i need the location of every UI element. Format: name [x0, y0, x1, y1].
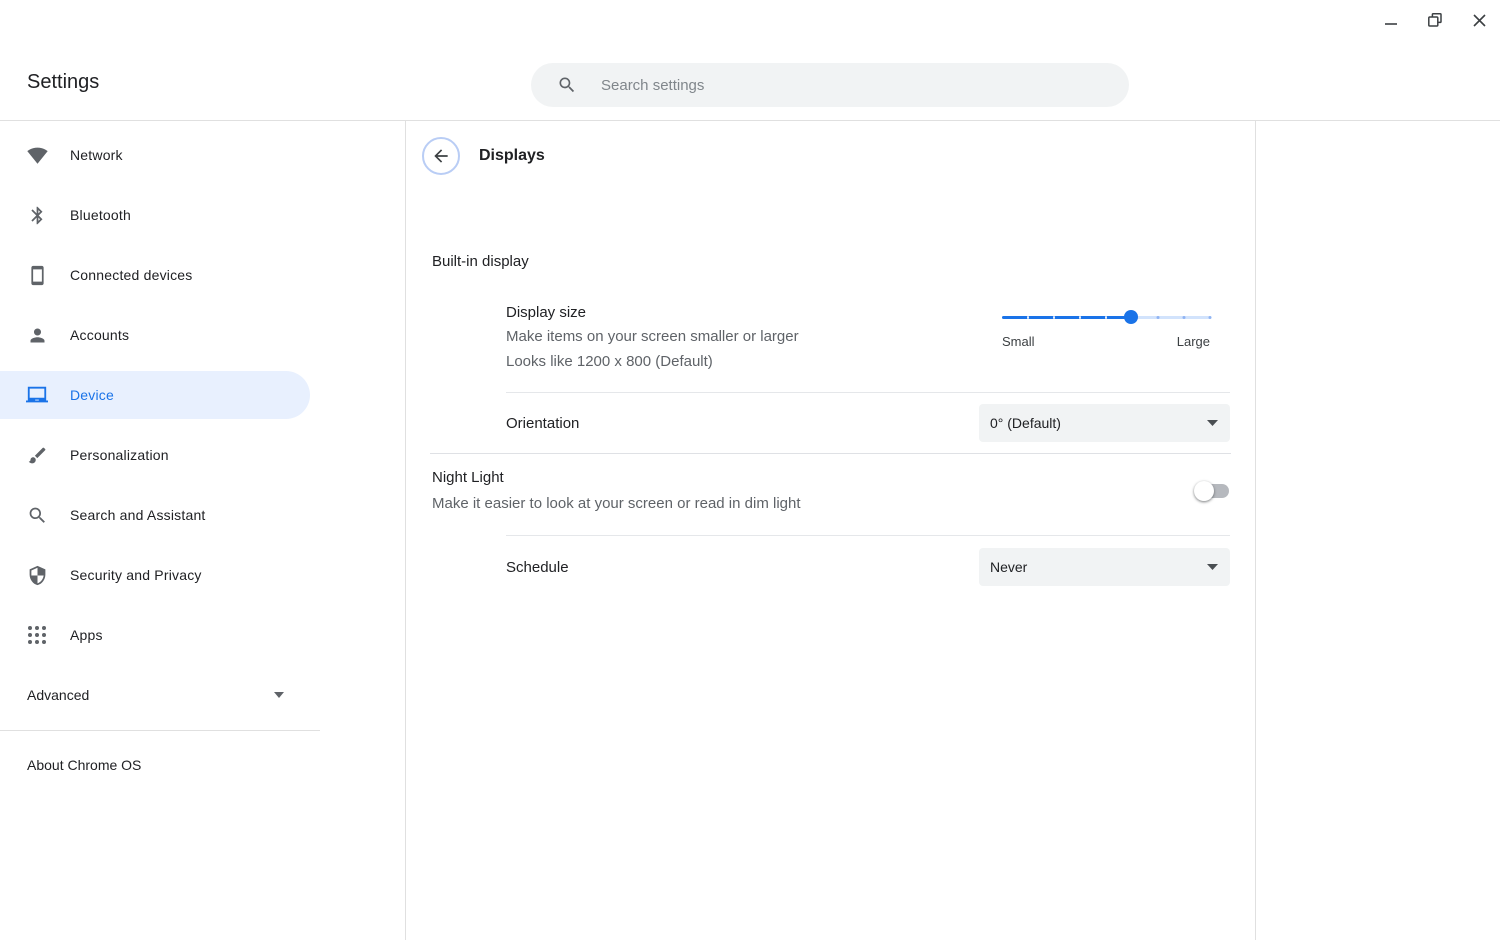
sidebar-item-label: Bluetooth: [70, 207, 131, 223]
chevron-down-icon: [1207, 564, 1218, 570]
sidebar-item-network[interactable]: Network: [0, 131, 404, 179]
paintbrush-icon: [24, 443, 50, 467]
sidebar-item-label: Device: [70, 387, 114, 403]
slider-tick: [1209, 316, 1212, 319]
close-icon: [1472, 13, 1487, 28]
display-size-description: Make items on your screen smaller or lar…: [506, 324, 799, 349]
app-title: Settings: [27, 71, 99, 94]
advanced-label: Advanced: [27, 687, 89, 703]
slider-tick: [1183, 316, 1186, 319]
night-light-title: Night Light: [432, 467, 801, 489]
night-light-description: Make it easier to look at your screen or…: [432, 493, 801, 515]
sidebar-item-accounts[interactable]: Accounts: [0, 311, 404, 359]
about-label: About Chrome OS: [27, 757, 141, 773]
sidebar: Network Bluetooth Connected devices Acco…: [0, 121, 404, 940]
slider-tick: [1027, 316, 1029, 319]
sidebar-item-label: Network: [70, 147, 123, 163]
slider-labels: Small Large: [1002, 334, 1210, 349]
page-title: Displays: [479, 147, 545, 165]
restore-icon: [1427, 12, 1443, 28]
sidebar-divider: [0, 730, 320, 731]
display-size-looks-like: Looks like 1200 x 800 (Default): [506, 349, 799, 374]
smartphone-icon: [24, 263, 50, 287]
sidebar-item-label: Apps: [70, 627, 103, 643]
display-size-text: Display size Make items on your screen s…: [506, 302, 799, 374]
slider-min-label: Small: [1002, 334, 1035, 349]
night-light-row: Night Light Make it easier to look at yo…: [406, 454, 1255, 535]
back-arrow-icon: [431, 146, 451, 166]
search-bar[interactable]: [531, 63, 1129, 107]
sidebar-item-bluetooth[interactable]: Bluetooth: [0, 191, 404, 239]
restore-button[interactable]: [1424, 8, 1446, 32]
sidebar-item-personalization[interactable]: Personalization: [0, 431, 404, 479]
wifi-icon: [24, 143, 50, 167]
display-size-slider[interactable]: [1002, 310, 1210, 324]
sidebar-item-device[interactable]: Device: [0, 371, 310, 419]
shield-icon: [24, 563, 50, 587]
schedule-row: Schedule Never: [406, 536, 1255, 598]
back-button[interactable]: [422, 137, 460, 175]
minimize-button[interactable]: [1380, 8, 1402, 32]
sidebar-advanced-toggle[interactable]: Advanced: [0, 671, 320, 719]
schedule-label: Schedule: [506, 559, 569, 576]
slider-tick: [1053, 316, 1055, 319]
settings-window: Settings Network Bluetooth Connected dev…: [0, 0, 1500, 940]
magnifier-icon: [24, 503, 50, 527]
display-size-row: Display size Make items on your screen s…: [406, 302, 1255, 374]
page-header: Displays: [406, 121, 1255, 191]
laptop-icon: [24, 383, 50, 407]
sidebar-item-label: Accounts: [70, 327, 129, 343]
sidebar-item-label: Search and Assistant: [70, 507, 206, 523]
sidebar-item-search-and-assistant[interactable]: Search and Assistant: [0, 491, 404, 539]
apps-grid-icon: [24, 623, 50, 647]
slider-thumb[interactable]: [1124, 310, 1138, 324]
sidebar-item-apps[interactable]: Apps: [0, 611, 404, 659]
sidebar-item-label: Security and Privacy: [70, 567, 202, 583]
sidebar-item-connected-devices[interactable]: Connected devices: [0, 251, 404, 299]
sidebar-item-about-chrome-os[interactable]: About Chrome OS: [0, 741, 404, 789]
chevron-down-icon: [1207, 420, 1218, 426]
displays-page: Displays Built-in display Display size M…: [405, 121, 1256, 940]
night-light-text: Night Light Make it easier to look at yo…: [432, 467, 801, 515]
person-icon: [24, 323, 50, 347]
search-input[interactable]: [601, 77, 1113, 94]
schedule-select[interactable]: Never: [979, 548, 1230, 586]
orientation-select[interactable]: 0° (Default): [979, 404, 1230, 442]
chevron-down-icon: [274, 692, 284, 698]
sidebar-item-label: Personalization: [70, 447, 169, 463]
sidebar-item-security-and-privacy[interactable]: Security and Privacy: [0, 551, 404, 599]
window-controls: [1380, 8, 1490, 32]
display-size-title: Display size: [506, 302, 799, 324]
orientation-row: Orientation 0° (Default): [406, 393, 1255, 453]
bluetooth-icon: [24, 203, 50, 227]
close-button[interactable]: [1468, 8, 1490, 32]
slider-tick: [1157, 316, 1160, 319]
slider-tick: [1105, 316, 1107, 319]
slider-tick: [1079, 316, 1081, 319]
schedule-value: Never: [990, 559, 1027, 575]
sidebar-item-label: Connected devices: [70, 267, 192, 283]
search-icon: [557, 75, 577, 95]
orientation-value: 0° (Default): [990, 415, 1061, 431]
orientation-label: Orientation: [506, 415, 579, 432]
slider-max-label: Large: [1177, 334, 1210, 349]
section-title: Built-in display: [432, 253, 1255, 271]
toggle-knob: [1194, 481, 1214, 501]
night-light-toggle[interactable]: [1194, 481, 1230, 501]
display-size-slider-block: Small Large: [1002, 310, 1210, 374]
slider-fill: [1002, 316, 1131, 319]
minimize-icon: [1383, 12, 1399, 28]
